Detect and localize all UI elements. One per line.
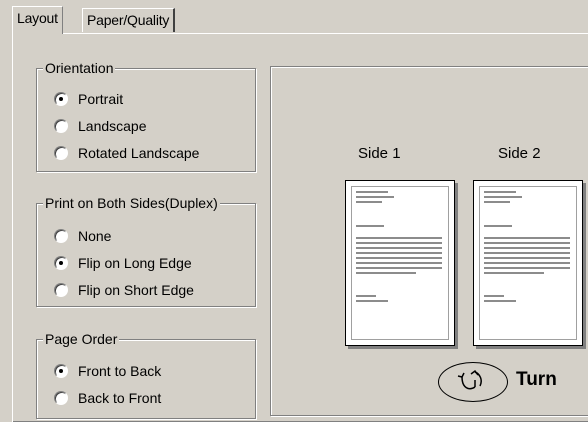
radio-button-icon[interactable]: [54, 256, 68, 270]
side-2-page-preview: [473, 180, 583, 346]
turn-label: Turn: [516, 369, 557, 390]
text-line: [484, 242, 570, 244]
text-line: [356, 272, 416, 274]
radio-front-to-back-label: Front to Back: [78, 363, 162, 379]
radio-front-to-back[interactable]: Front to Back: [54, 361, 161, 381]
orientation-title: Orientation: [43, 59, 116, 77]
radio-back-to-front-label: Back to Front: [78, 390, 162, 406]
radio-button-icon[interactable]: [54, 283, 68, 297]
radio-duplex-none[interactable]: None: [54, 226, 111, 246]
radio-button-icon[interactable]: [54, 229, 68, 243]
side-2-label: Side 2: [498, 145, 541, 162]
text-line: [356, 257, 442, 259]
radio-rotated-landscape[interactable]: Rotated Landscape: [54, 143, 199, 163]
side-1-label: Side 1: [358, 145, 401, 162]
radio-flip-short-edge-label: Flip on Short Edge: [78, 282, 194, 298]
text-line: [484, 267, 570, 269]
tab-paper-quality-label: Paper/Quality: [87, 12, 170, 28]
duplex-title: Print on Both Sides(Duplex): [43, 194, 220, 212]
text-line: [356, 247, 442, 249]
text-line: [484, 201, 510, 203]
radio-button-icon[interactable]: [54, 119, 68, 133]
radio-button-icon[interactable]: [54, 92, 68, 106]
text-line: [356, 267, 442, 269]
printer-layout-dialog: Layout Paper/Quality Orientation Portrai…: [0, 0, 588, 422]
radio-back-to-front[interactable]: Back to Front: [54, 388, 161, 408]
tab-panel-top-border: [12, 33, 588, 34]
page-order-title: Page Order: [43, 330, 120, 348]
text-line: [356, 196, 394, 198]
text-line: [356, 201, 382, 203]
text-line: [484, 225, 512, 227]
text-line: [356, 295, 376, 297]
radio-duplex-none-label: None: [78, 228, 112, 244]
text-line: [484, 300, 516, 302]
text-line: [356, 242, 442, 244]
orientation-group: Orientation Portrait Landscape Rotated L…: [36, 59, 256, 172]
text-line: [356, 225, 384, 227]
text-line: [484, 252, 570, 254]
radio-button-icon[interactable]: [54, 364, 68, 378]
radio-flip-long-edge-label: Flip on Long Edge: [78, 255, 192, 271]
radio-portrait[interactable]: Portrait: [54, 89, 123, 109]
tab-layout[interactable]: Layout: [12, 6, 63, 34]
radio-rotated-landscape-label: Rotated Landscape: [78, 145, 200, 161]
radio-landscape-label: Landscape: [78, 118, 147, 134]
side-1-page-preview: [345, 180, 455, 346]
radio-flip-short-edge[interactable]: Flip on Short Edge: [54, 280, 194, 300]
tab-paper-quality[interactable]: Paper/Quality: [82, 8, 176, 32]
text-line: [484, 257, 570, 259]
text-line: [484, 196, 522, 198]
tab-layout-label: Layout: [17, 10, 58, 26]
text-line: [484, 295, 504, 297]
radio-landscape[interactable]: Landscape: [54, 116, 147, 136]
text-line: [484, 272, 544, 274]
duplex-group: Print on Both Sides(Duplex) None Flip on…: [36, 194, 256, 307]
text-line: [484, 191, 516, 193]
radio-button-icon[interactable]: [54, 391, 68, 405]
turn-indicator-oval: [438, 362, 508, 402]
page-margin-frame: [479, 186, 577, 340]
text-line: [484, 237, 570, 239]
text-line: [484, 262, 570, 264]
radio-portrait-label: Portrait: [78, 91, 124, 107]
text-line: [356, 191, 388, 193]
text-line: [356, 252, 442, 254]
text-line: [356, 237, 442, 239]
radio-flip-long-edge[interactable]: Flip on Long Edge: [54, 253, 192, 273]
text-line: [356, 300, 388, 302]
text-line: [484, 247, 570, 249]
page-margin-frame: [351, 186, 449, 340]
text-line: [356, 262, 442, 264]
flip-page-icon: [457, 369, 482, 390]
radio-button-icon[interactable]: [54, 146, 68, 160]
page-order-group: Page Order Front to Back Back to Front: [36, 330, 256, 419]
tab-panel-left-border: [12, 33, 13, 422]
